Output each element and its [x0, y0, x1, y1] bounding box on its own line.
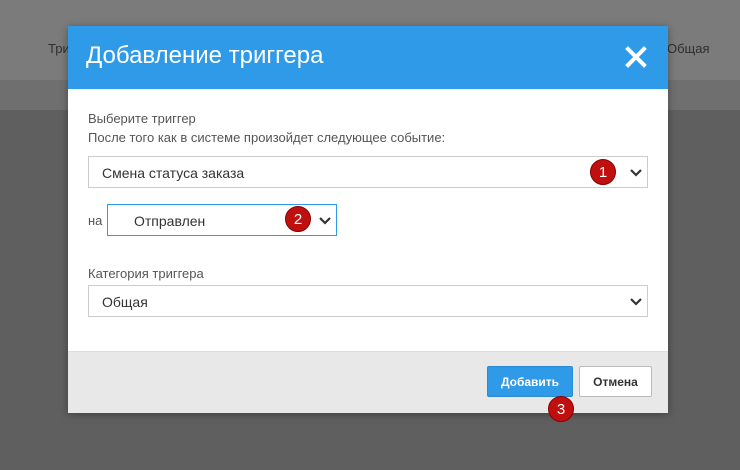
category-label: Категория триггера: [88, 266, 204, 281]
event-select-value: Смена статуса заказа: [102, 165, 245, 181]
status-prefix-label: на: [88, 213, 103, 228]
event-label: После того как в системе произойдет след…: [88, 130, 446, 145]
category-select-value: Общая: [102, 294, 148, 310]
dialog-title: Добавление триггера: [86, 42, 324, 69]
add-button[interactable]: Добавить: [487, 366, 573, 397]
step-marker-3: 3: [548, 396, 574, 422]
chevron-down-icon: [318, 214, 332, 226]
dialog-footer: [68, 351, 668, 413]
dialog-header: Добавление триггера: [68, 26, 668, 89]
background-label-right: Общая: [667, 41, 710, 56]
category-select[interactable]: Общая: [88, 285, 648, 317]
chevron-down-icon: [629, 295, 643, 307]
add-trigger-dialog: Добавление триггера Выберите триггер Пос…: [68, 26, 668, 413]
status-select-value: Отправлен: [134, 213, 206, 229]
step-marker-1: 1: [590, 159, 616, 185]
event-select[interactable]: Смена статуса заказа: [88, 156, 648, 188]
chevron-down-icon: [629, 166, 643, 178]
cancel-button[interactable]: Отмена: [579, 366, 652, 397]
trigger-label: Выберите триггер: [88, 111, 196, 126]
step-marker-2: 2: [285, 206, 311, 232]
close-icon[interactable]: [622, 43, 650, 71]
